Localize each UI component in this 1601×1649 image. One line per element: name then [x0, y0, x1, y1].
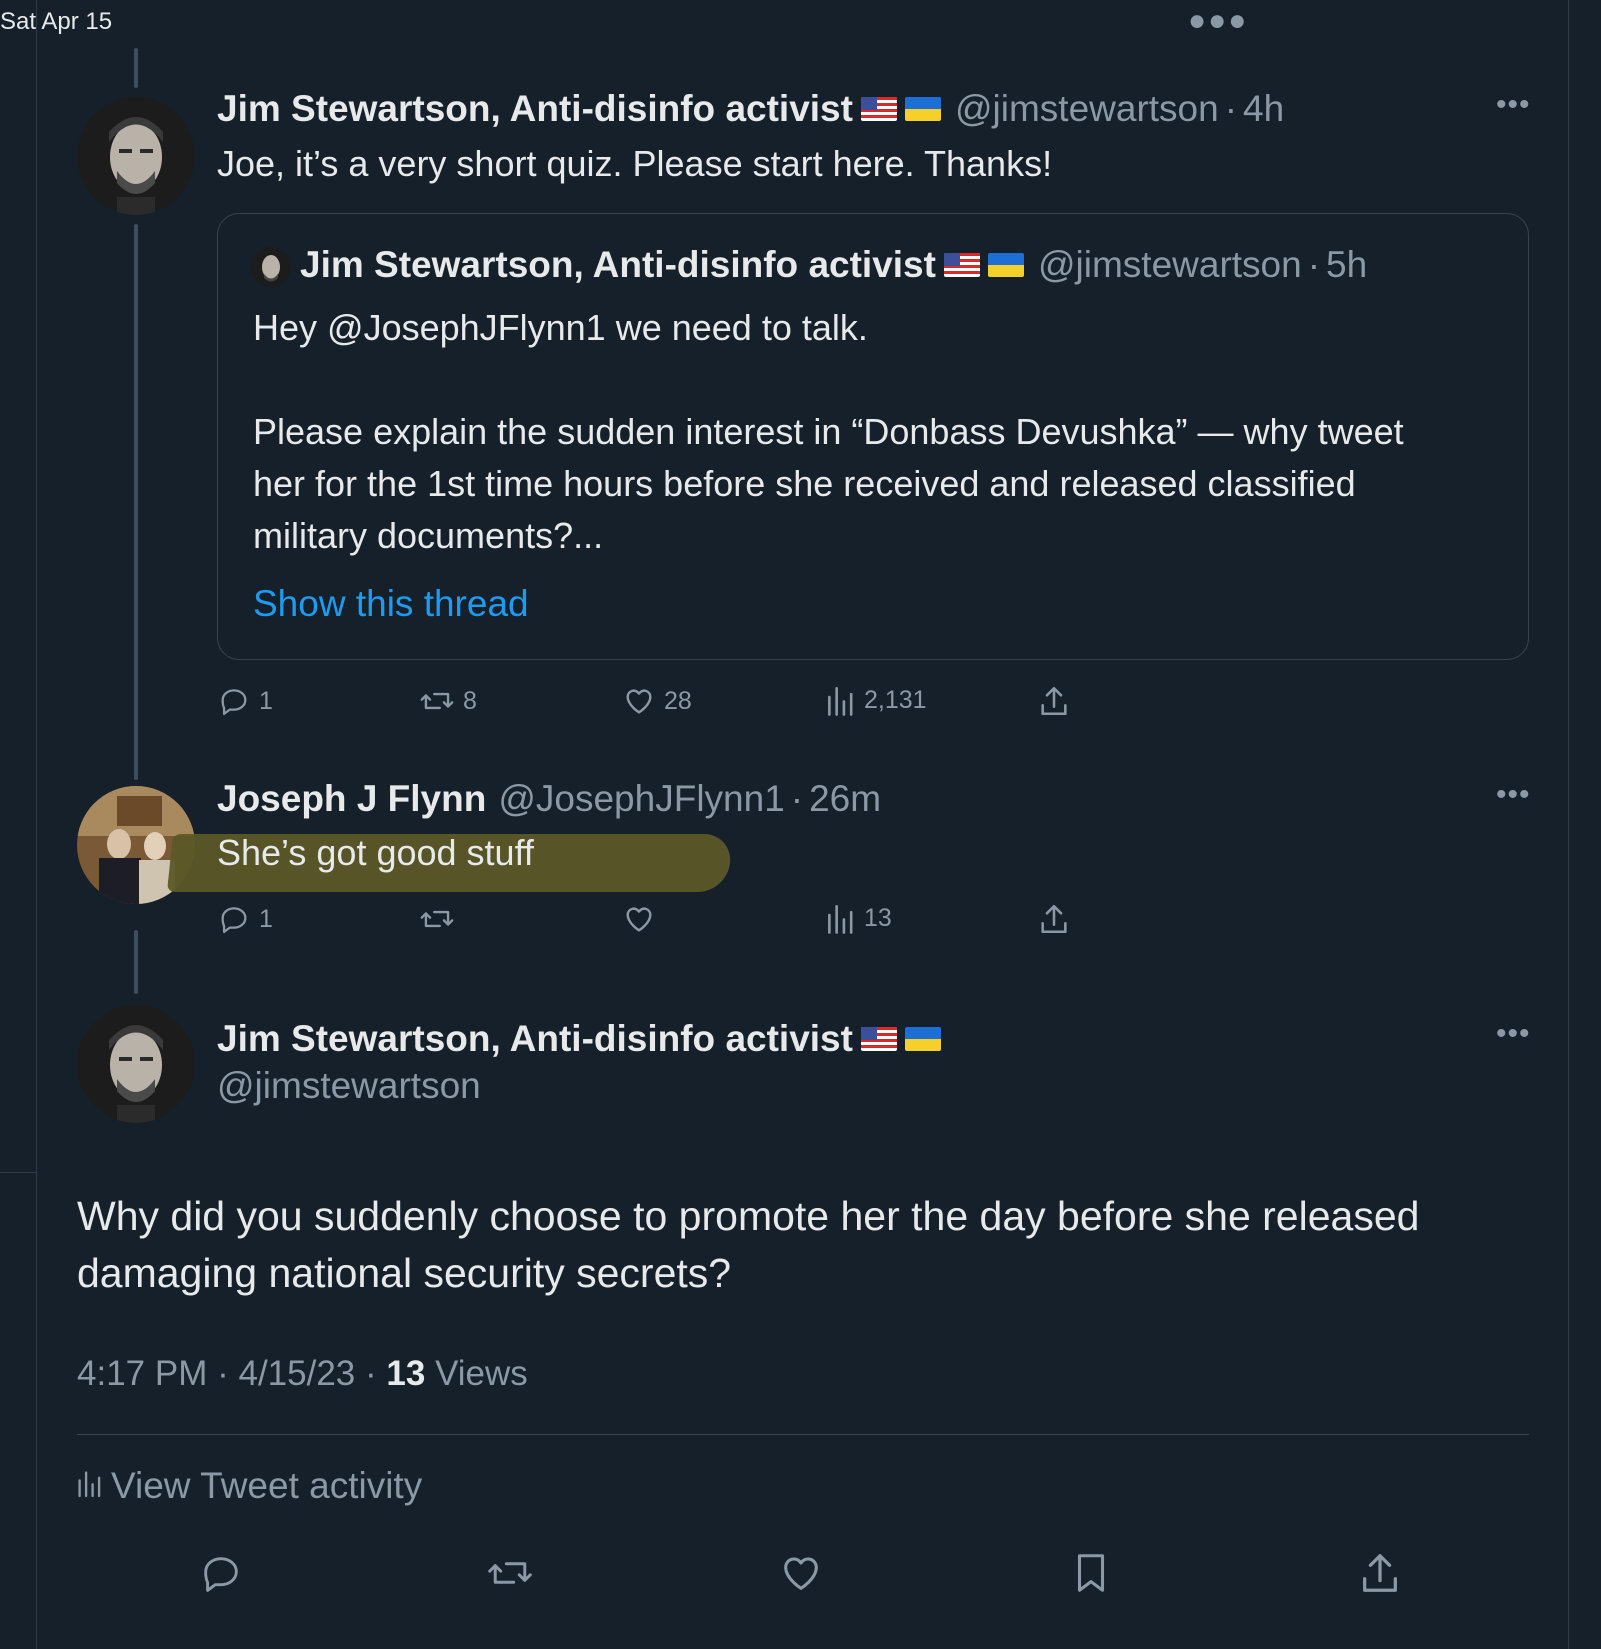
retweet-count: 8 [463, 686, 477, 715]
author-handle[interactable]: @JosephJFlynn1 [498, 778, 784, 820]
views-icon [826, 684, 856, 716]
tweet-date[interactable]: 4/15/23 [238, 1354, 355, 1393]
reply-count: 1 [259, 904, 273, 933]
view-tweet-activity-link[interactable]: View Tweet activity [77, 1465, 422, 1507]
share-icon [1038, 902, 1070, 936]
us-flag-icon [860, 97, 897, 121]
show-thread-link[interactable]: Show this thread [253, 583, 529, 625]
retweet-button[interactable] [486, 1550, 534, 1601]
heart-icon [622, 902, 656, 936]
sidebar-divider [0, 1172, 36, 1173]
views-icon [826, 902, 856, 934]
views-button[interactable]: 2,131 [826, 684, 927, 716]
share-button[interactable] [1358, 1550, 1402, 1601]
share-icon [1358, 1554, 1402, 1600]
tweet3-header: Jim Stewartson, Anti-disinfo activist [217, 1018, 941, 1060]
retweet-icon [486, 1562, 534, 1600]
views-button[interactable]: 13 [826, 902, 892, 934]
tweet-metadata: 4:17 PM · 4/15/23 · 13 Views [77, 1354, 528, 1394]
views-count: 13 [386, 1354, 426, 1393]
reply-button[interactable]: 1 [217, 684, 273, 718]
share-button[interactable] [1038, 902, 1070, 936]
thread-connector-2 [134, 930, 138, 994]
quote-avatar [251, 247, 291, 287]
more-icon[interactable]: ••• [1496, 778, 1531, 812]
window-dots-icon[interactable]: ●●● [1188, 4, 1248, 38]
like-button[interactable] [778, 1550, 824, 1601]
tweet-text: Joe, it’s a very short quiz. Please star… [217, 143, 1053, 184]
thread-connector-top [134, 48, 138, 88]
separator-dot: · [1307, 244, 1321, 285]
more-icon[interactable]: ••• [1496, 1017, 1531, 1051]
author-name[interactable]: Joseph J Flynn [217, 778, 486, 820]
ukraine-flag-icon [987, 253, 1024, 277]
divider [77, 1434, 1529, 1435]
tweet-time[interactable]: 26m [809, 778, 881, 820]
left-column-border [36, 0, 37, 1649]
separator-dot: · [365, 1354, 387, 1393]
author-handle[interactable]: @jimstewartson [217, 1065, 481, 1107]
quote-header: Jim Stewartson, Anti-disinfo activist @j… [300, 244, 1367, 286]
retweet-button[interactable]: 8 [419, 684, 477, 718]
bookmark-button[interactable] [1068, 1550, 1114, 1601]
avatar[interactable] [77, 1005, 195, 1123]
more-icon[interactable]: ••• [1496, 88, 1531, 122]
tweet-main-text: Why did you suddenly choose to promote h… [77, 1193, 1420, 1296]
like-button[interactable]: 28 [622, 684, 692, 718]
reply-icon [217, 684, 251, 718]
views-count: 13 [864, 903, 892, 932]
thread-connector-1 [134, 224, 138, 780]
author-name[interactable]: Jim Stewartson, Anti-disinfo activist [217, 88, 853, 130]
right-column-border [1568, 0, 1569, 1649]
views-icon [77, 1465, 103, 1507]
views-label: Views [435, 1354, 528, 1393]
ukraine-flag-icon [904, 97, 941, 121]
author-name[interactable]: Jim Stewartson, Anti-disinfo activist [217, 1018, 853, 1060]
reply-icon [198, 1557, 244, 1600]
reply-icon [217, 902, 251, 936]
quote-author-handle: @jimstewartson [1037, 244, 1302, 285]
tweet2-header: Joseph J Flynn @JosephJFlynn1 · 26m [217, 778, 881, 820]
tweet-time[interactable]: 4h [1243, 88, 1284, 130]
separator-dot: · [1224, 88, 1238, 129]
activity-label: View Tweet activity [111, 1465, 423, 1506]
reply-button[interactable] [198, 1550, 244, 1601]
ukraine-flag-icon [904, 1027, 941, 1051]
quote-text-line: military documents?... [253, 515, 604, 556]
heart-icon [622, 684, 656, 718]
separator-dot: · [217, 1354, 239, 1393]
quote-text-line: Please explain the sudden interest in “D… [253, 411, 1404, 452]
author-handle[interactable]: @jimstewartson [955, 88, 1219, 130]
quote-text-line: Hey @JosephJFlynn1 we need to talk. [253, 307, 868, 348]
tweet-time[interactable]: 4:17 PM [77, 1354, 207, 1393]
like-count: 28 [664, 686, 692, 715]
separator-dot: · [790, 778, 804, 819]
share-button[interactable] [1038, 684, 1070, 718]
status-bar-date: Sat Apr 15 [0, 8, 113, 35]
retweet-button[interactable] [419, 902, 455, 936]
tweet1-header: Jim Stewartson, Anti-disinfo activist @j… [217, 88, 1284, 130]
us-flag-icon [943, 253, 980, 277]
quote-author-name: Jim Stewartson, Anti-disinfo activist [300, 244, 936, 285]
quote-text-line: her for the 1st time hours before she re… [253, 463, 1356, 504]
tweet-text: She’s got good stuff [217, 832, 534, 873]
retweet-icon [419, 902, 455, 936]
reply-button[interactable]: 1 [217, 902, 273, 936]
retweet-icon [419, 684, 455, 718]
like-button[interactable] [622, 902, 656, 936]
views-count: 2,131 [864, 685, 927, 714]
us-flag-icon [860, 1027, 897, 1051]
heart-icon [778, 1557, 824, 1600]
avatar[interactable] [77, 97, 195, 215]
quote-time: 5h [1326, 244, 1368, 285]
reply-count: 1 [259, 686, 273, 715]
share-icon [1038, 684, 1070, 718]
bookmark-icon [1068, 1554, 1114, 1600]
